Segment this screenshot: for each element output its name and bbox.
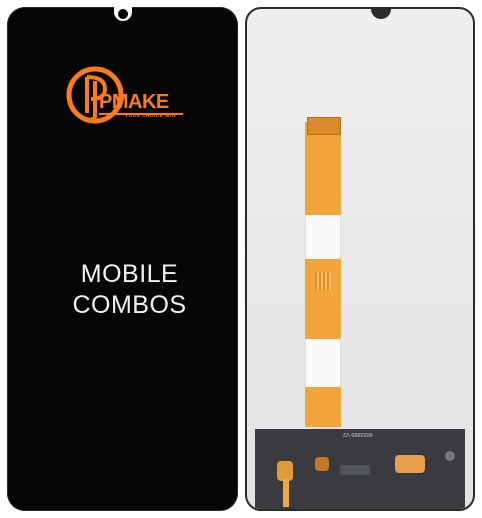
lcd-back-panel: 6053889 V2: [245, 7, 475, 511]
board-label: 6053889 V2: [343, 431, 373, 437]
caption-line-1: MOBILE: [80, 260, 179, 288]
back-notch: [371, 9, 391, 19]
flex-white-band-1: [305, 215, 341, 259]
caption-text: MOBILE COMBOS: [7, 259, 252, 321]
board-chip-2: [340, 465, 370, 475]
flex-cable-lower: [305, 387, 341, 427]
board-cable: [283, 479, 289, 507]
flex-connector: [307, 117, 341, 135]
brand-tagline: YOUR CHOICE WIN: [125, 113, 176, 118]
front-camera: [118, 9, 128, 19]
flex-cable-middle: [305, 259, 341, 339]
product-image: PMAKE YOUR CHOICE WIN MOBILE COMBOS 6053…: [0, 0, 482, 518]
flex-chip: [315, 272, 331, 290]
flex-white-band-2: [305, 339, 341, 387]
board-pad-left: [277, 461, 293, 481]
board-chip-1: [315, 457, 329, 471]
lcd-front-panel: PMAKE YOUR CHOICE WIN MOBILE COMBOS: [7, 7, 238, 511]
board-hole: [445, 451, 455, 461]
driver-board: 6053889 V2: [255, 429, 465, 509]
flex-cable-upper: [305, 122, 341, 215]
caption-line-2: COMBOS: [72, 291, 187, 319]
board-connector: [395, 455, 425, 473]
brand-name: PMAKE: [99, 91, 169, 113]
